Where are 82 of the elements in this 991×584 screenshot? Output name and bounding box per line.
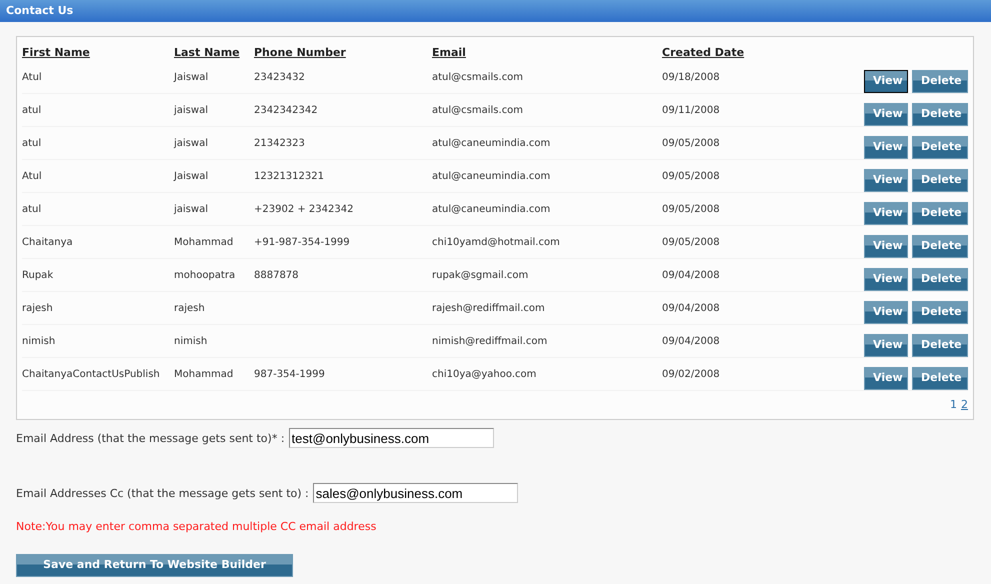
table-cell: 09/04/2008: [662, 270, 720, 281]
table-cell: chi10yamd@hotmail.com: [432, 237, 560, 248]
table-cell: atul@csmails.com: [432, 105, 524, 116]
row-action-button[interactable]: View: [864, 235, 908, 258]
table-cell: Atul: [22, 171, 42, 182]
table-cell: Mohammad: [174, 369, 234, 380]
row-action-button[interactable]: Delete: [912, 334, 968, 357]
table-cell: nimish@rediffmail.com: [432, 336, 548, 347]
row-action-button[interactable]: View: [864, 202, 908, 225]
row-action-button[interactable]: Delete: [912, 103, 968, 126]
table-cell: 09/05/2008: [662, 237, 720, 248]
table-cell: 09/04/2008: [662, 336, 720, 347]
row-action-button[interactable]: Delete: [912, 301, 968, 324]
table-cell: nimish: [22, 336, 56, 347]
row-action-button[interactable]: View: [864, 169, 908, 192]
table-cell: Chaitanya: [22, 237, 73, 248]
table-cell: rajesh@rediffmail.com: [432, 303, 545, 314]
table-cell: +91-987-354-1999: [254, 237, 350, 248]
row-action-button[interactable]: Delete: [912, 136, 968, 159]
row-action-button[interactable]: Delete: [912, 235, 968, 258]
table-cell: mohoopatra: [174, 270, 236, 281]
column-header[interactable]: Phone Number: [254, 46, 346, 59]
page-link[interactable]: 2: [961, 397, 968, 414]
table-cell: 09/05/2008: [662, 204, 720, 215]
table-cell: 12321312321: [254, 171, 324, 182]
table-cell: 23423432: [254, 72, 305, 83]
table-cell: 09/05/2008: [662, 138, 720, 149]
table-cell: 987-354-1999: [254, 369, 325, 380]
table-cell: 09/04/2008: [662, 303, 720, 314]
column-header[interactable]: Created Date: [662, 46, 744, 59]
table-cell: Mohammad: [174, 237, 234, 248]
page-title: Contact Us: [6, 2, 74, 19]
table-cell: 09/18/2008: [662, 72, 720, 83]
row-action-button[interactable]: View: [864, 70, 908, 93]
table-cell: atul@caneumindia.com: [432, 171, 550, 182]
column-header[interactable]: First Name: [22, 46, 90, 59]
table-cell: 09/05/2008: [662, 171, 720, 182]
table-cell: jaiswal: [174, 105, 208, 116]
table-cell: chi10ya@yahoo.com: [432, 369, 536, 380]
row-action-button[interactable]: View: [864, 367, 908, 390]
table-cell: ChaitanyaContactUsPublish: [22, 369, 160, 380]
table-cell: +23902 + 2342342: [254, 204, 354, 215]
table-cell: rajesh: [22, 303, 53, 314]
table-cell: 2342342342: [254, 105, 318, 116]
table-cell: rupak@sgmail.com: [432, 270, 528, 281]
table-cell: nimish: [174, 336, 208, 347]
table-cell: 21342323: [254, 138, 305, 149]
column-header[interactable]: Last Name: [174, 46, 240, 59]
table-cell: jaiswal: [174, 204, 208, 215]
table-cell: 8887878: [254, 270, 299, 281]
table-cell: 09/11/2008: [662, 105, 720, 116]
table-cell: Rupak: [22, 270, 54, 281]
table-cell: Atul: [22, 72, 42, 83]
cc-label: Email Addresses Cc (that the message gets sent to) :: [16, 486, 309, 502]
page-link[interactable]: 1: [950, 397, 957, 414]
row-action-button[interactable]: Delete: [912, 367, 968, 390]
email-label: Email Address (that the message gets sent to)* :: [16, 430, 285, 446]
row-action-button[interactable]: View: [864, 136, 908, 159]
row-action-button[interactable]: Delete: [912, 169, 968, 192]
table-cell: 09/02/2008: [662, 369, 720, 380]
note-text: Note:You may enter comma separated multiple CC email address: [16, 520, 376, 533]
table-cell: atul@csmails.com: [432, 72, 524, 83]
table-cell: jaiswal: [174, 138, 208, 149]
row-action-button[interactable]: View: [864, 103, 908, 126]
table-cell: Jaiswal: [174, 72, 208, 83]
table-cell: atul@caneumindia.com: [432, 204, 550, 215]
row-action-button[interactable]: View: [864, 268, 908, 291]
row-action-button[interactable]: View: [864, 301, 908, 324]
save-button[interactable]: Save and Return To Website Builder: [16, 554, 293, 577]
row-action-button[interactable]: View: [864, 334, 908, 357]
table-cell: atul@caneumindia.com: [432, 138, 550, 149]
cc-field[interactable]: sales@onlybusiness.com: [312, 483, 518, 503]
row-action-button[interactable]: Delete: [912, 268, 968, 291]
table-cell: atul: [22, 138, 42, 149]
email-field[interactable]: test@onlybusiness.com: [288, 428, 494, 448]
column-header[interactable]: Email: [432, 46, 466, 59]
table-cell: rajesh: [174, 303, 205, 314]
row-action-button[interactable]: Delete: [912, 202, 968, 225]
table-cell: atul: [22, 204, 42, 215]
row-action-button[interactable]: Delete: [912, 70, 968, 93]
table-cell: Jaiswal: [174, 171, 208, 182]
table-cell: atul: [22, 105, 42, 116]
